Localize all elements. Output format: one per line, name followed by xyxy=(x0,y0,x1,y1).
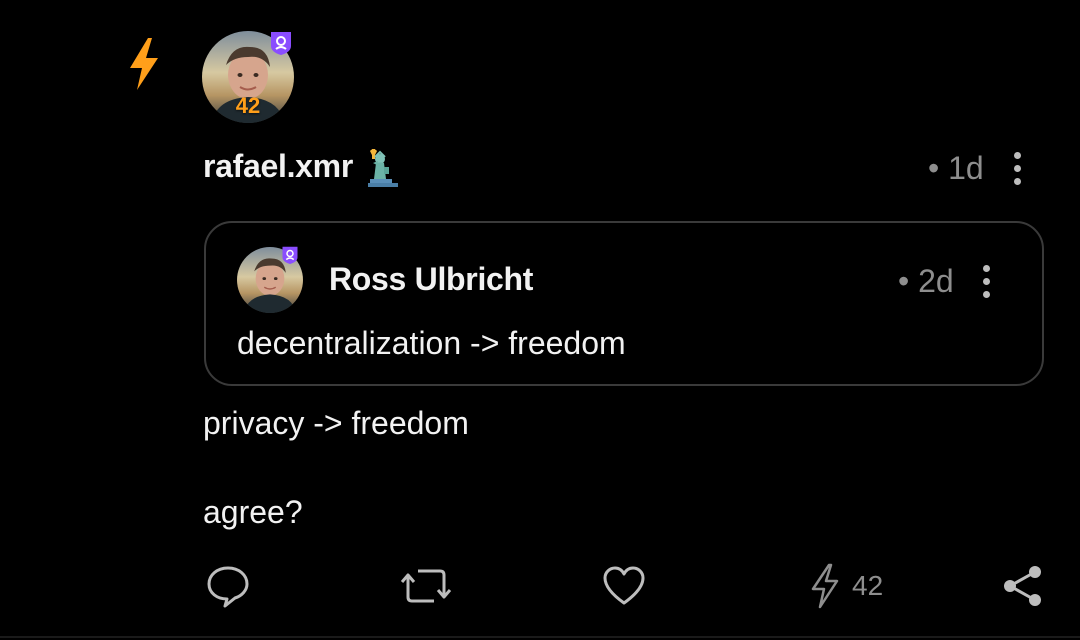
note-view: 42 rafael.xmr • 1d Ross Ulbricht • 2d de… xyxy=(0,0,1080,640)
repost-button[interactable] xyxy=(400,563,452,609)
quoted-verified-badge-icon xyxy=(281,245,299,265)
share-button[interactable] xyxy=(1000,563,1046,609)
post-timestamp: • 1d xyxy=(928,150,984,186)
author-avatar[interactable]: 42 xyxy=(202,31,294,123)
like-button[interactable] xyxy=(602,563,646,609)
quoted-author-avatar[interactable] xyxy=(237,245,303,313)
author-name[interactable]: rafael.xmr xyxy=(203,148,353,185)
quoted-timestamp: • 2d xyxy=(898,263,954,299)
post-text-line: agree? xyxy=(203,494,303,530)
quoted-note-card[interactable]: Ross Ulbricht • 2d decentralization -> f… xyxy=(204,221,1044,386)
reply-button[interactable] xyxy=(205,563,251,609)
zap-button[interactable]: 42 xyxy=(810,563,883,609)
comment-icon xyxy=(207,566,249,608)
statue-of-liberty-icon xyxy=(366,149,402,187)
post-text-line: privacy -> freedom xyxy=(203,405,469,441)
heart-icon xyxy=(603,566,645,605)
zap-indicator-icon xyxy=(126,36,162,92)
quoted-more-options-icon[interactable] xyxy=(981,265,991,304)
quoted-author-name[interactable]: Ross Ulbricht xyxy=(329,261,533,298)
avatar-zap-count: 42 xyxy=(235,93,261,118)
share-icon xyxy=(1004,566,1041,606)
divider xyxy=(0,636,1080,638)
lightning-icon xyxy=(811,563,839,609)
zap-count: 42 xyxy=(852,570,884,601)
post-more-options-icon[interactable] xyxy=(1012,152,1022,191)
quoted-note-text: decentralization -> freedom xyxy=(237,325,626,361)
verified-badge-icon xyxy=(269,30,293,56)
repost-icon xyxy=(400,569,452,603)
